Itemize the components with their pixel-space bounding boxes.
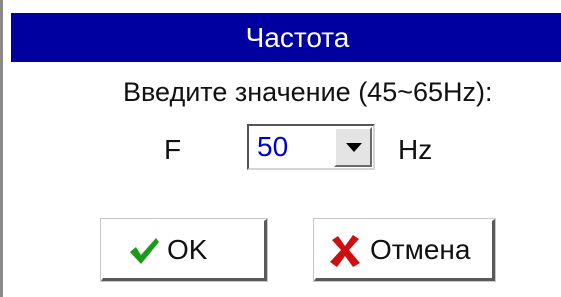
dropdown-button[interactable]: [334, 127, 372, 167]
frequency-dialog: Частота Введите значение (45~65Hz): F 50…: [0, 0, 561, 297]
frequency-value[interactable]: 50: [257, 131, 288, 163]
frequency-field-label: F: [164, 134, 182, 165]
cancel-button[interactable]: Отмена: [313, 218, 496, 282]
frequency-select[interactable]: 50: [247, 124, 375, 170]
unit-label: Hz: [398, 134, 433, 165]
ok-button[interactable]: OK: [100, 218, 268, 282]
checkmark-icon: [130, 238, 159, 264]
prompt-text: Введите значение (45~65Hz):: [123, 77, 493, 107]
chevron-down-icon: [346, 143, 362, 152]
dialog-title: Частота: [245, 22, 350, 53]
ok-button-label: OK: [167, 234, 208, 265]
cross-icon: [330, 235, 360, 267]
cancel-button-label: Отмена: [370, 234, 471, 265]
title-bar: Частота: [11, 13, 561, 62]
